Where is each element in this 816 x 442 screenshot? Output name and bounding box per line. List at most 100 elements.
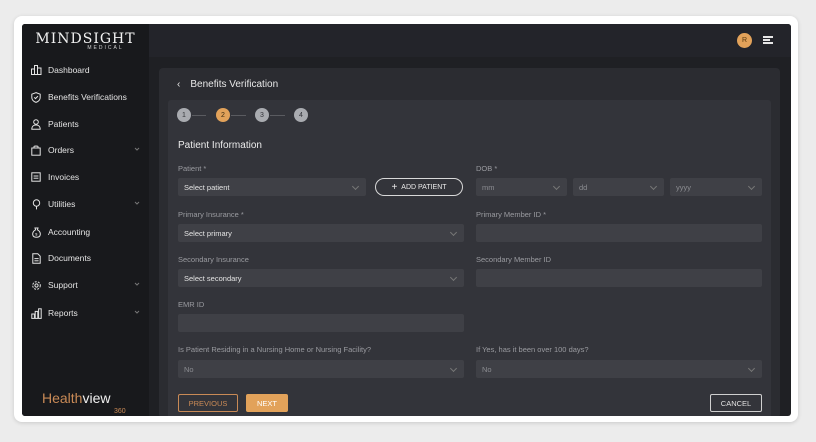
bar-chart-icon [30,64,42,76]
step-3[interactable]: 3 [255,108,269,122]
sidebar-item-label: Invoices [48,172,80,182]
user-icon [30,118,42,130]
primary-member-id-label: Primary Member ID * [476,210,547,219]
add-patient-button[interactable]: + ADD PATIENT [375,178,463,196]
stepper-line [192,115,206,116]
dob-year-value: yyyy [676,182,691,192]
sidebar: Dashboard Benefits Verifications Patient… [22,57,149,416]
healthview-logo: Healthview [42,390,110,406]
top-bar: MINDSIGHT MEDICAL R [22,24,791,57]
sidebar-item-label: Dashboard [48,65,90,75]
chevron-down-icon [449,273,458,282]
brand-logo[interactable]: MINDSIGHT MEDICAL [22,24,149,57]
plus-icon: + [391,181,398,193]
dob-year-select[interactable]: yyyy [670,178,762,196]
nursing-home-select[interactable]: No [178,360,464,378]
section-title: Patient Information [178,140,262,151]
bag-icon [30,144,42,156]
user-avatar[interactable]: R [737,33,752,48]
secondary-insurance-label: Secondary Insurance [178,255,249,264]
form-area: 1 2 3 4 Patient Information Patient * Se… [168,100,771,416]
sidebar-item-patients[interactable]: Patients [22,114,149,134]
chevron-down-icon [134,310,140,314]
sidebar-item-label: Utilities [48,199,76,209]
main-panel: ‹ Benefits Verification 1 2 3 4 Patient … [159,68,780,416]
patient-select-value: Select patient [184,182,230,192]
stepper-line [231,115,246,116]
sidebar-item-label: Benefits Verifications [48,92,127,102]
chevron-down-icon [351,182,360,191]
sidebar-item-label: Accounting [48,227,91,237]
secondary-member-id-input[interactable] [476,269,762,287]
emr-id-label: EMR ID [178,300,205,309]
dob-month-select[interactable]: mm [476,178,567,196]
stepper-line [270,115,285,116]
sidebar-item-support[interactable]: Support [22,275,149,295]
lightbulb-icon [30,198,42,210]
patient-select[interactable]: Select patient [178,178,366,196]
money-bag-icon: $ [30,226,42,238]
page-title: Benefits Verification [190,78,279,90]
over-100-days-label: If Yes, has it been over 100 days? [476,345,589,354]
panel-header: ‹ Benefits Verification [159,68,780,100]
back-chevron-icon[interactable]: ‹ [177,79,180,90]
secondary-member-id-label: Secondary Member ID [476,255,552,264]
primary-member-id-input[interactable] [476,224,762,242]
patient-label: Patient * [178,164,207,173]
chevron-down-icon [449,228,458,237]
dob-day-value: dd [579,182,588,192]
nursing-home-value: No [184,364,194,374]
secondary-insurance-select[interactable]: Select secondary [178,269,464,287]
sidebar-item-dashboard[interactable]: Dashboard [22,60,149,80]
emr-id-input[interactable] [178,314,464,332]
document-icon [30,252,42,264]
sidebar-item-invoices[interactable]: Invoices [22,167,149,187]
step-2[interactable]: 2 [216,108,230,122]
chevron-down-icon [134,147,140,151]
primary-insurance-label: Primary Insurance * [178,210,244,219]
report-icon [30,307,42,319]
svg-text:$: $ [35,231,38,236]
sidebar-item-label: Documents [48,253,91,263]
chevron-down-icon [552,182,561,191]
chevron-down-icon [449,364,458,373]
sidebar-item-accounting[interactable]: $ Accounting [22,222,149,242]
healthview-logo-number: 360 [114,408,126,415]
chevron-down-icon [747,364,756,373]
invoice-icon [30,171,42,183]
dob-month-value: mm [482,182,495,192]
chevron-down-icon [747,182,756,191]
nursing-home-label: Is Patient Residing in a Nursing Home or… [178,345,371,354]
shield-icon [30,91,42,103]
sidebar-item-label: Patients [48,119,79,129]
next-button[interactable]: NEXT [246,394,288,412]
dob-label: DOB * [476,164,498,173]
chevron-down-icon [134,201,140,205]
cancel-button[interactable]: CANCEL [710,394,762,412]
over-100-days-value: No [482,364,492,374]
sidebar-item-label: Orders [48,145,74,155]
primary-insurance-value: Select primary [184,228,232,238]
previous-button[interactable]: PREVIOUS [178,394,238,412]
healthview-logo-health: Health [42,390,83,406]
primary-insurance-select[interactable]: Select primary [178,224,464,242]
chevron-down-icon [134,282,140,286]
sidebar-item-utilities[interactable]: Utilities [22,194,149,214]
step-4[interactable]: 4 [294,108,308,122]
menu-icon[interactable] [763,36,773,44]
sidebar-item-reports[interactable]: Reports [22,303,149,323]
sidebar-item-orders[interactable]: Orders [22,140,149,160]
logo-subtext: MEDICAL [87,44,124,51]
add-patient-label: ADD PATIENT [401,183,447,191]
healthview-logo-view: view [82,390,111,406]
app-window: MINDSIGHT MEDICAL R Dashboard Benefits V… [22,24,791,416]
sidebar-item-benefits-verifications[interactable]: Benefits Verifications [22,87,149,107]
step-1[interactable]: 1 [177,108,191,122]
gear-icon [30,279,42,291]
secondary-insurance-value: Select secondary [184,273,242,283]
dob-day-select[interactable]: dd [573,178,664,196]
chevron-down-icon [649,182,658,191]
over-100-days-select[interactable]: No [476,360,762,378]
sidebar-item-documents[interactable]: Documents [22,248,149,268]
sidebar-item-label: Support [48,280,78,290]
